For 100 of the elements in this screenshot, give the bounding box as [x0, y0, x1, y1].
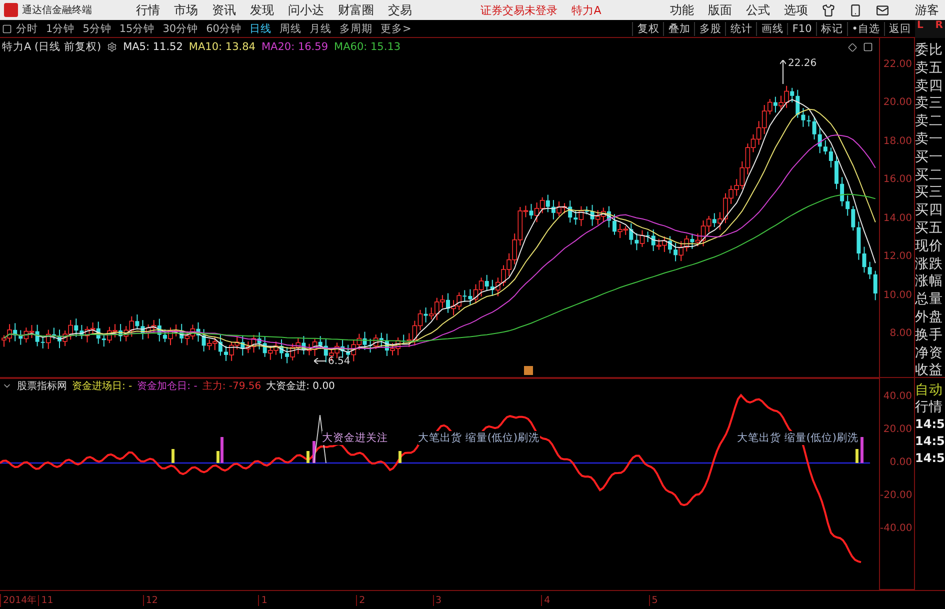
menu-item[interactable]: 发现 [250, 2, 274, 18]
period-tab[interactable]: 月线 [306, 22, 336, 36]
arrow-icon [780, 60, 786, 84]
login-status: 证券交易未登录 [480, 2, 558, 18]
quote-field-label[interactable]: 卖三 [915, 95, 945, 114]
indicator-readout: 主力: -79.56 [202, 380, 262, 393]
quote-field-label[interactable]: 委比 [915, 42, 945, 60]
time-axis-label: 2 [356, 594, 432, 606]
quote-field-label[interactable]: 现价 [915, 238, 945, 256]
trade-time: 14:5 [915, 450, 945, 467]
menu-item[interactable]: 功能 [670, 2, 694, 18]
menu-item[interactable]: 问小达 [288, 2, 324, 18]
phone-icon[interactable] [849, 4, 862, 16]
user-label[interactable]: 游客 [915, 2, 939, 18]
toolbar-button[interactable]: 多股 [694, 22, 726, 36]
quote-field-label[interactable]: 买三 [915, 184, 945, 202]
time-axis-label: 2014年 [0, 594, 38, 606]
mail-icon[interactable] [876, 4, 889, 16]
period-tab[interactable]: 日线 [246, 22, 276, 36]
indicator-axis-label: -40.00 [880, 522, 914, 536]
price-axis-label: 10.00 [882, 288, 913, 303]
menu-item[interactable]: 交易 [388, 2, 412, 18]
moving-average-value: MA5: 11.52 [123, 41, 183, 53]
menu-item[interactable]: 行情 [136, 2, 160, 18]
period-tab[interactable]: 1分钟 [42, 22, 79, 36]
quote-field-label[interactable]: 总量 [915, 291, 945, 309]
app-logo-icon [4, 3, 18, 17]
moving-average-value: MA10: 13.84 [188, 41, 256, 53]
menu-item[interactable]: 市场 [174, 2, 198, 18]
period-tab[interactable]: 60分钟 [202, 22, 246, 36]
time-axis-label: 12 [142, 594, 258, 606]
shirt-icon[interactable] [822, 4, 835, 16]
stock-name: 特力A [572, 2, 602, 18]
period-tab[interactable]: 15分钟 [115, 22, 159, 36]
toolbar-button[interactable]: 统计 [725, 22, 756, 36]
diamond-icon[interactable] [848, 43, 857, 52]
signal-bar [856, 449, 858, 463]
menu-item[interactable]: 公式 [746, 2, 770, 18]
menu-item[interactable]: 选项 [784, 2, 808, 18]
quote-field-label[interactable]: 买四 [915, 202, 945, 220]
period-tab[interactable]: 多周期 [336, 22, 376, 36]
toolbar-button[interactable]: •自选 [846, 22, 884, 36]
price-axis-label: 20.00 [882, 96, 913, 110]
quote-field-label[interactable]: 涨幅 [915, 273, 945, 292]
signal-bar [172, 449, 174, 463]
price-axis-label: 14.00 [882, 212, 913, 226]
quote-field-label[interactable]: 买一 [915, 148, 945, 167]
quote-field-label[interactable]: 卖五 [915, 60, 945, 78]
quote-field-label[interactable]: 涨跌 [915, 256, 945, 274]
indicator-name[interactable]: 股票指标网 [17, 379, 67, 393]
auto-label[interactable]: 自动 [915, 382, 945, 399]
app-title: 通达信金融终端 [22, 4, 92, 17]
trade-time: 14:5 [915, 416, 945, 433]
signal-annotation: 大资金进关注 [322, 431, 388, 445]
menu-item[interactable]: 资讯 [212, 2, 236, 18]
corner-label: L [917, 20, 924, 33]
period-tab[interactable]: 5分钟 [78, 22, 116, 36]
market-label[interactable]: 行情 [915, 399, 945, 416]
moving-average-value: MA20: 16.59 [261, 41, 328, 53]
moving-average-value: MA60: 15.13 [334, 41, 401, 53]
time-axis-label: 5 [648, 594, 945, 606]
signal-bar [398, 451, 402, 463]
more-button[interactable]: 更多> [376, 22, 416, 36]
settings-icon[interactable] [107, 42, 118, 52]
time-axis-label: 3 [432, 594, 542, 606]
time-axis-label: 4 [541, 594, 649, 606]
signal-bar [312, 441, 316, 463]
toolbar-button[interactable]: F10 [787, 22, 816, 34]
period-tab[interactable]: 分时 [12, 22, 42, 36]
time-axis-label: 1 [258, 594, 356, 606]
quote-field-label[interactable]: 卖四 [915, 78, 945, 96]
quote-field-label[interactable]: 外盘 [915, 308, 945, 327]
toolbar-button[interactable]: 标记 [816, 22, 847, 36]
indicator-readout: 资金进场日: - [72, 380, 132, 393]
menu-item[interactable]: 财富圈 [338, 2, 374, 18]
period-tab[interactable]: 周线 [276, 22, 306, 36]
chart-title: 特力A (日线 前复权) [2, 40, 102, 54]
price-axis-label: 18.00 [882, 134, 913, 149]
toolbar-button[interactable]: 叠加 [663, 22, 694, 36]
quote-field-label[interactable]: 买二 [915, 166, 945, 184]
quote-field-label[interactable]: 换手 [915, 326, 945, 345]
panel-toggle-icon[interactable] [2, 24, 12, 34]
window-icon[interactable] [863, 42, 873, 52]
menu-item[interactable]: 版面 [708, 2, 732, 18]
toolbar-button[interactable]: 复权 [632, 22, 664, 36]
indicator-axis-label: 20.00 [882, 423, 913, 437]
low-price-label: 6.54 [328, 356, 350, 367]
quote-field-label[interactable]: 买五 [915, 220, 945, 238]
price-axis-label: 16.00 [882, 173, 913, 188]
quote-field-label[interactable]: 净资 [915, 344, 945, 362]
high-price-label: 22.26 [788, 58, 817, 69]
signal-annotation: 大笔出货 缩量(低位)刷洗 [418, 431, 540, 445]
quote-field-label[interactable]: 卖一 [915, 130, 945, 149]
price-axis-label: 12.00 [882, 250, 913, 264]
period-tab[interactable]: 30分钟 [158, 22, 202, 36]
quote-field-label[interactable]: 收益 [915, 362, 945, 380]
corner-label: R [935, 20, 943, 33]
indicator-axis-label: -20.00 [880, 489, 914, 503]
quote-field-label[interactable]: 卖二 [915, 113, 945, 131]
toolbar-button[interactable]: 画线 [756, 22, 788, 36]
